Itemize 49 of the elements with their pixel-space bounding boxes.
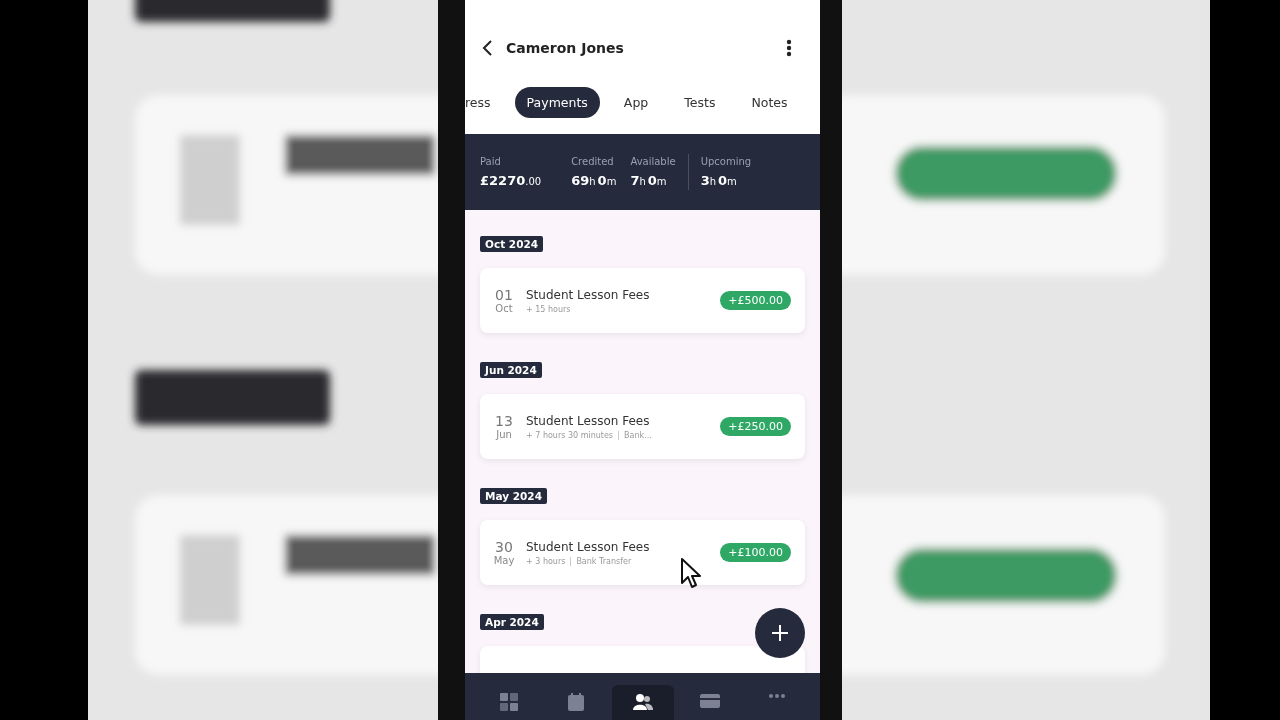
payment-detail: Bank... <box>624 430 652 440</box>
stat-label: Paid <box>480 155 502 167</box>
mouse-cursor-icon <box>680 557 702 589</box>
payment-card[interactable]: 01 Oct Student Lesson Fees + 15 hours +£500.00 <box>480 268 805 333</box>
month-label: May <box>493 555 515 566</box>
stat-label: Available <box>630 155 676 167</box>
month-label: Jun <box>496 429 512 440</box>
month-tag: Jun 2024 <box>480 362 542 378</box>
day-number: 01 <box>495 287 513 303</box>
payment-detail: Bank Transfer <box>576 556 632 566</box>
people-icon <box>632 693 653 711</box>
tab[interactable]: Tests <box>672 87 728 118</box>
amount-badge: +£500.00 <box>720 291 791 310</box>
plus-icon <box>771 624 789 642</box>
payment-title: Student Lesson Fees <box>526 413 651 428</box>
tab[interactable]: App <box>611 87 661 118</box>
month-tag: May 2024 <box>480 488 547 504</box>
credit-card-icon <box>699 693 720 709</box>
month-tag: Apr 2024 <box>480 614 544 630</box>
payment-detail: + 15 hours <box>526 304 571 314</box>
stat-value: 3h0m <box>700 171 738 189</box>
amount-badge: +£250.00 <box>720 417 791 436</box>
add-button[interactable] <box>755 608 805 658</box>
tab[interactable]: Payments <box>514 87 600 118</box>
payment-title: Student Lesson Fees <box>526 287 651 302</box>
payment-card[interactable]: 13 Jun Student Lesson Fees + 7 hours 30 minutes Bank... +£250.00 <box>480 394 805 459</box>
stat-value: £2270.00 <box>480 171 543 189</box>
payment-detail: + 3 hours <box>526 556 566 566</box>
amount-badge: +£100.00 <box>720 543 791 562</box>
nav-item[interactable] <box>611 685 674 720</box>
payment-title: Student Lesson Fees <box>526 539 651 554</box>
month-label: Oct <box>495 303 513 314</box>
tab[interactable]: ress <box>465 87 503 118</box>
student-name: Cameron Jones <box>506 40 625 56</box>
stat-label: Credited <box>571 155 615 167</box>
stat-label: Upcoming <box>700 155 752 167</box>
payment-detail: + 7 hours 30 minutes <box>526 430 614 440</box>
more-icon <box>767 693 786 699</box>
payment-card[interactable]: 30 May Student Lesson Fees + 3 hours Bank Transfer +£100.00 <box>480 520 805 585</box>
day-number: 13 <box>495 413 513 429</box>
stat-value: 7h 0m <box>630 171 668 189</box>
more-options-icon[interactable] <box>786 39 792 57</box>
stat-value: 69h 0m <box>571 171 618 189</box>
grid-icon <box>499 693 518 711</box>
month-tag: Oct 2024 <box>480 236 544 252</box>
day-number: 30 <box>495 539 513 555</box>
calendar-icon <box>566 693 585 711</box>
back-icon[interactable] <box>482 40 494 56</box>
tab[interactable]: Notes <box>739 87 800 118</box>
